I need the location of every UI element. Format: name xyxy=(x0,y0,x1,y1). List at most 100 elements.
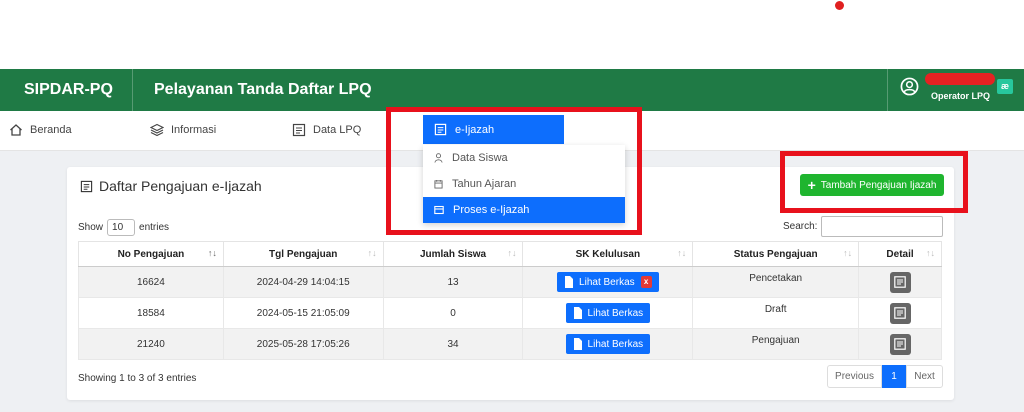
detail-list-icon xyxy=(894,307,906,319)
cell-no: 21240 xyxy=(78,328,224,360)
file-icon xyxy=(573,307,582,319)
dropdown-head-label: e-Ijazah xyxy=(455,123,495,136)
lihat-berkas-button[interactable]: Lihat Berkas x xyxy=(557,272,659,292)
sort-icon: ↑↓ xyxy=(677,248,687,258)
pagination-previous[interactable]: Previous xyxy=(827,365,882,388)
notification-dot xyxy=(835,1,844,10)
file-icon xyxy=(565,276,574,288)
cell-tgl: 2024-05-15 21:05:09 xyxy=(222,297,384,329)
detail-button[interactable] xyxy=(889,302,911,324)
add-pengajuan-button[interactable]: + Tambah Pengajuan Ijazah xyxy=(800,174,944,196)
redacted-username xyxy=(925,73,995,85)
table-row: 16624 2024-04-29 14:04:15 13 Lihat Berka… xyxy=(78,266,942,298)
user-avatar-badge[interactable]: æ xyxy=(997,79,1013,94)
header-divider xyxy=(132,69,133,111)
app-header: SIPDAR-PQ Pelayanan Tanda Daftar LPQ Ope… xyxy=(0,69,1024,111)
document-icon xyxy=(434,123,447,136)
nav-item-label: Beranda xyxy=(30,124,72,136)
card-title: Daftar Pengajuan e-Ijazah xyxy=(80,178,262,194)
dropdown-list: Data Siswa Tahun Ajaran Proses e-Ijazah xyxy=(423,145,625,223)
cell-no: 16624 xyxy=(78,266,224,298)
menu-item-label: Proses e-Ijazah xyxy=(453,204,530,216)
sort-icon: ↑↓ xyxy=(207,248,217,258)
pagination: Previous 1 Next xyxy=(827,365,943,388)
search-label: Search: xyxy=(783,221,818,232)
show-label: Show xyxy=(78,222,104,233)
cell-status: Draft xyxy=(692,297,860,329)
col-sk-kelulusan[interactable]: SK Kelulusan ↑↓ xyxy=(522,241,694,267)
user-icon xyxy=(434,153,443,163)
nav-item-informasi[interactable]: Informasi xyxy=(150,123,216,137)
cell-tgl: 2025-05-28 17:05:26 xyxy=(222,328,384,360)
nav-item-label: Data LPQ xyxy=(313,124,362,136)
calendar-icon xyxy=(434,179,443,189)
table-row: 21240 2025-05-28 17:05:26 34 Lihat Berka… xyxy=(78,328,942,360)
nav-item-e-ijazah[interactable]: e-Ijazah xyxy=(423,115,564,144)
header-divider xyxy=(887,69,888,111)
menu-item-label: Data Siswa xyxy=(452,152,508,164)
col-status-pengajuan[interactable]: Status Pengajuan ↑↓ xyxy=(692,241,860,267)
cell-tgl: 2024-04-29 14:04:15 xyxy=(222,266,384,298)
col-jumlah-siswa[interactable]: Jumlah Siswa ↑↓ xyxy=(382,241,524,267)
layers-icon xyxy=(150,123,164,137)
cell-detail xyxy=(858,297,942,329)
lihat-berkas-label: Lihat Berkas xyxy=(587,338,644,350)
cell-jumlah: 34 xyxy=(382,328,524,360)
user-circle-icon[interactable] xyxy=(900,77,919,96)
cell-sk: Lihat Berkas xyxy=(522,328,694,360)
pengajuan-table: No Pengajuan ↑↓ Tgl Pengajuan ↑↓ Jumlah Si… xyxy=(78,241,942,360)
col-no-pengajuan[interactable]: No Pengajuan ↑↓ xyxy=(78,241,224,267)
pagination-next[interactable]: Next xyxy=(906,365,943,388)
cell-status: Pengajuan xyxy=(692,328,860,360)
lihat-berkas-button[interactable]: Lihat Berkas xyxy=(565,334,651,354)
cell-sk: Lihat Berkas xyxy=(522,297,694,329)
plus-icon: + xyxy=(807,177,816,193)
add-button-label: Tambah Pengajuan Ijazah xyxy=(820,179,937,191)
lihat-berkas-label: Lihat Berkas xyxy=(587,307,644,319)
nav-item-beranda[interactable]: Beranda xyxy=(9,123,72,137)
cell-detail xyxy=(858,328,942,360)
col-tgl-pengajuan[interactable]: Tgl Pengajuan ↑↓ xyxy=(222,241,384,267)
e-ijazah-dropdown: e-Ijazah Data Siswa Tahun Ajaran Proses … xyxy=(423,115,625,223)
menu-item-label: Tahun Ajaran xyxy=(452,178,517,190)
cell-detail xyxy=(858,266,942,298)
search-input[interactable] xyxy=(821,216,943,237)
nav-item-label: Informasi xyxy=(171,124,217,136)
user-role[interactable]: Operator LPQ xyxy=(931,91,990,101)
menu-item-tahun-ajaran[interactable]: Tahun Ajaran xyxy=(423,171,625,197)
lihat-berkas-button[interactable]: Lihat Berkas xyxy=(565,303,651,323)
cell-no: 18584 xyxy=(78,297,224,329)
table-info: Showing 1 to 3 of 3 entries xyxy=(78,373,197,384)
sort-icon: ↑↓ xyxy=(507,248,517,258)
sort-icon: ↑↓ xyxy=(367,248,377,258)
nav-item-data-lpq[interactable]: Data LPQ xyxy=(292,123,361,137)
top-blank-area xyxy=(0,0,1024,69)
delete-badge[interactable]: x xyxy=(640,276,652,288)
document-icon xyxy=(292,123,306,137)
cell-status: Pencetakan xyxy=(692,266,860,298)
table-row: 18584 2024-05-15 21:05:09 0 Lihat Berkas… xyxy=(78,297,942,329)
sort-icon: ↑↓ xyxy=(843,248,853,258)
card-icon xyxy=(434,205,444,215)
lihat-berkas-label: Lihat Berkas xyxy=(579,276,635,288)
detail-button[interactable] xyxy=(889,271,911,293)
home-icon xyxy=(10,124,22,136)
detail-button[interactable] xyxy=(889,333,911,355)
menu-item-proses-e-ijazah[interactable]: Proses e-Ijazah xyxy=(423,197,625,223)
pagination-page-1[interactable]: 1 xyxy=(882,365,906,388)
list-icon xyxy=(80,180,93,192)
page-title: Pelayanan Tanda Daftar LPQ xyxy=(154,81,372,98)
detail-list-icon xyxy=(894,276,906,288)
show-entries: Show 10 entries xyxy=(78,219,169,236)
cell-jumlah: 0 xyxy=(382,297,524,329)
sort-icon: ↑↓ xyxy=(926,248,935,258)
detail-list-icon xyxy=(894,338,906,350)
entries-label: entries xyxy=(139,222,170,233)
col-detail[interactable]: Detail ↑↓ xyxy=(858,241,942,267)
menu-item-data-siswa[interactable]: Data Siswa xyxy=(423,145,625,171)
app-brand[interactable]: SIPDAR-PQ xyxy=(24,81,113,99)
cell-jumlah: 13 xyxy=(382,266,524,298)
card-title-text: Daftar Pengajuan e-Ijazah xyxy=(99,178,262,194)
entries-select[interactable]: 10 xyxy=(107,219,136,236)
file-icon xyxy=(573,338,582,350)
